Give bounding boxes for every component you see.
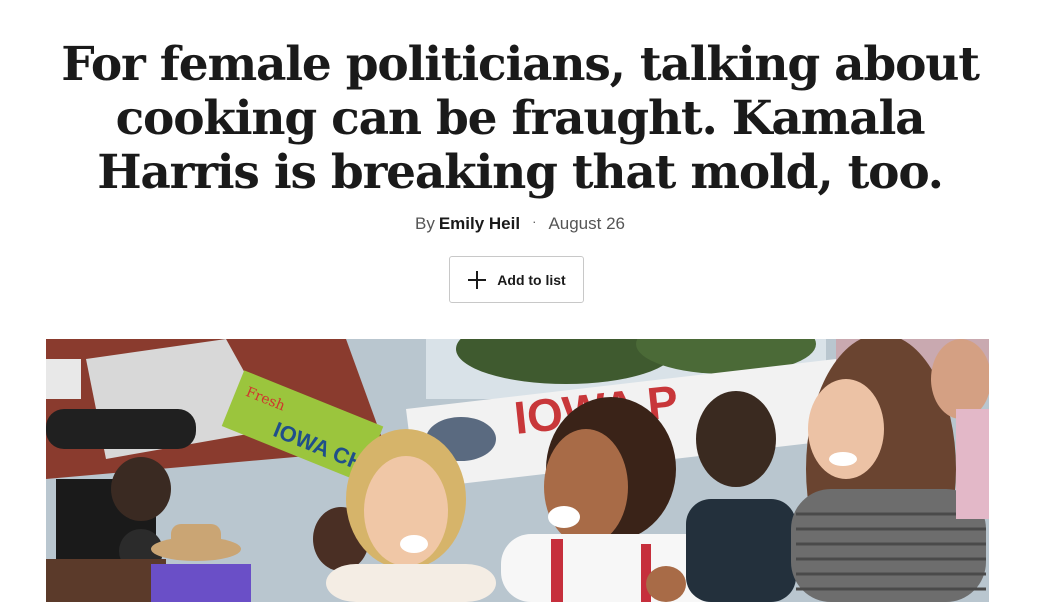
byline-separator: · <box>532 214 537 229</box>
byline-prefix: By <box>414 214 435 233</box>
add-to-list-label: Add to list <box>497 271 566 288</box>
publish-date: August 26 <box>548 214 625 233</box>
hero-photo: Fresh IOWA CHO IOWA P <box>46 339 989 602</box>
add-to-list-button[interactable]: Add to list <box>449 256 584 303</box>
article-headline: For female politicians, talking about co… <box>61 37 980 200</box>
hero-photo-illustration: Fresh IOWA CHO IOWA P <box>46 339 989 602</box>
byline: By Emily Heil · August 26 <box>0 214 1040 234</box>
author-link[interactable]: Emily Heil <box>439 214 520 233</box>
plus-icon <box>468 270 487 289</box>
